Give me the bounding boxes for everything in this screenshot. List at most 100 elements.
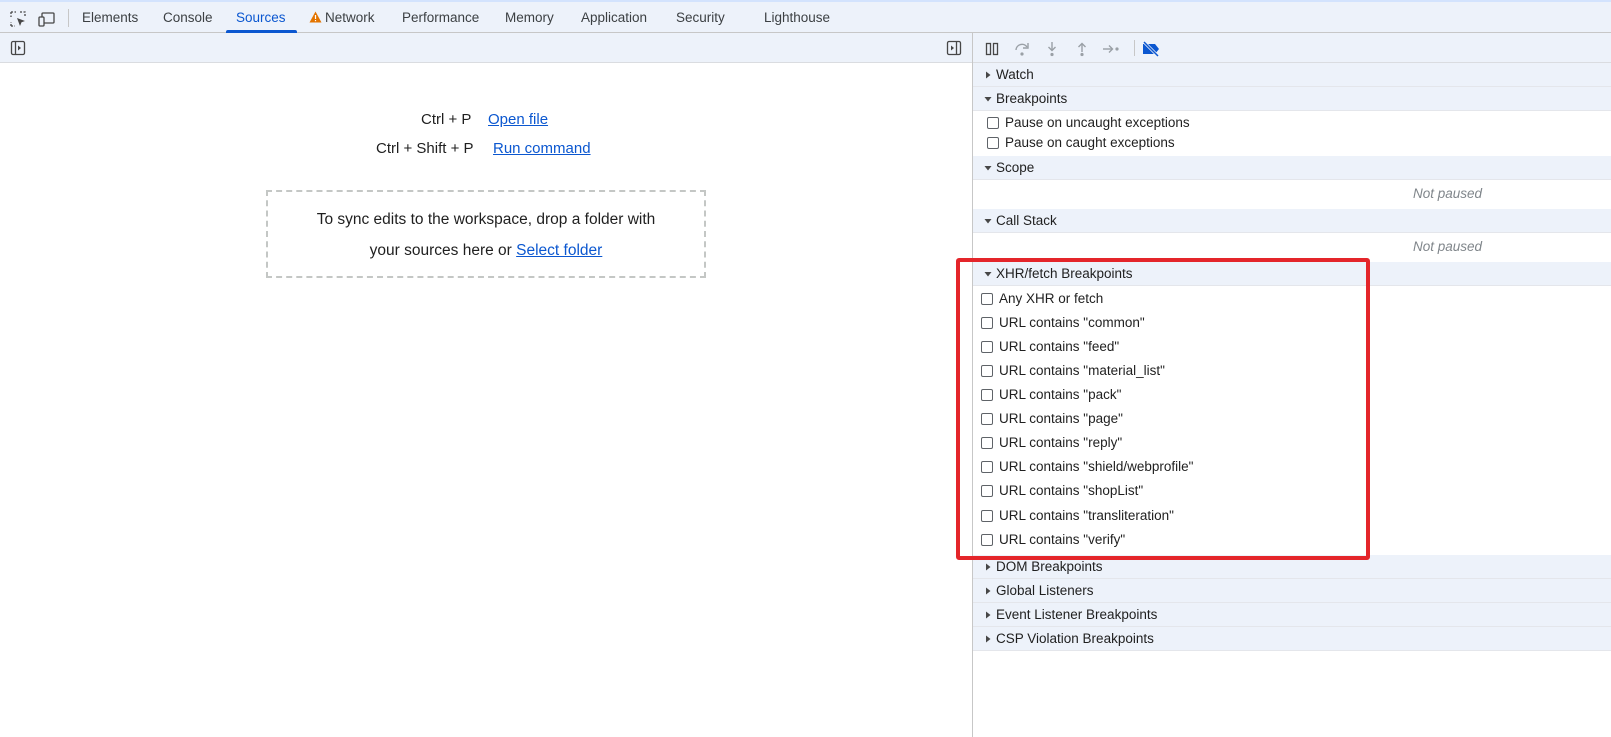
checkbox[interactable]	[981, 317, 993, 329]
breakpoints-section-header[interactable]: Breakpoints	[973, 87, 1611, 111]
triangle-right-icon	[982, 603, 994, 627]
checkbox[interactable]	[987, 117, 999, 129]
section-title: DOM Breakpoints	[996, 559, 1103, 574]
xhr-item-label: URL contains "transliteration"	[999, 508, 1174, 523]
scope-section-header[interactable]: Scope	[973, 156, 1611, 180]
run-command-shortcut: Ctrl + Shift + P	[376, 140, 474, 157]
call-stack-status: Not paused	[1413, 239, 1483, 254]
run-command-link-wrap: Run command	[493, 140, 591, 157]
xhr-item-label: Any XHR or fetch	[999, 291, 1104, 306]
debugger-toolbar	[973, 33, 1611, 63]
xhr-item-label: URL contains "shield/webprofile"	[999, 459, 1194, 474]
checkbox[interactable]	[981, 413, 993, 425]
section-title: Breakpoints	[996, 91, 1068, 106]
xhr-item[interactable]: URL contains "shopList"	[973, 480, 1611, 502]
editor-toolbar	[0, 33, 972, 63]
watch-section-header[interactable]: Watch	[973, 63, 1611, 87]
open-file-link[interactable]: Open file	[488, 111, 548, 128]
pause-resume-icon[interactable]	[981, 38, 1003, 60]
xhr-item-label: URL contains "common"	[999, 315, 1145, 330]
step-out-icon[interactable]	[1071, 38, 1093, 60]
checkbox[interactable]	[981, 293, 993, 305]
step-over-icon[interactable]	[1011, 38, 1033, 60]
shortcut-keys: Ctrl + Shift + P	[376, 140, 474, 157]
device-toolbar-icon[interactable]	[37, 9, 57, 29]
option-label: Pause on caught exceptions	[1005, 135, 1175, 150]
triangle-right-icon	[982, 555, 994, 579]
event-listener-breakpoints-section-header[interactable]: Event Listener Breakpoints	[973, 603, 1611, 627]
triangle-down-icon	[982, 156, 994, 180]
workspace-dropzone[interactable]: To sync edits to the workspace, drop a f…	[266, 190, 706, 278]
scope-status: Not paused	[1413, 186, 1483, 201]
xhr-item[interactable]: URL contains "page"	[973, 408, 1611, 430]
tab-performance[interactable]: Performance	[402, 2, 479, 33]
triangle-down-icon	[982, 87, 994, 111]
xhr-item[interactable]: URL contains "shield/webprofile"	[973, 456, 1611, 478]
inspect-element-icon[interactable]	[8, 9, 28, 29]
section-title: Event Listener Breakpoints	[996, 607, 1158, 622]
checkbox[interactable]	[981, 510, 993, 522]
section-title: XHR/fetch Breakpoints	[996, 266, 1133, 281]
open-file-link-wrap: Open file	[488, 111, 548, 128]
show-debugger-icon[interactable]	[944, 38, 964, 58]
xhr-item[interactable]: URL contains "material_list"	[973, 360, 1611, 382]
checkbox[interactable]	[981, 365, 993, 377]
tab-console[interactable]: Console	[163, 2, 213, 33]
xhr-item-label: URL contains "verify"	[999, 532, 1126, 547]
tab-lighthouse[interactable]: Lighthouse	[764, 2, 830, 33]
checkbox[interactable]	[981, 485, 993, 497]
tab-security[interactable]: Security	[676, 2, 725, 33]
xhr-item-label: URL contains "material_list"	[999, 363, 1165, 378]
section-title: Global Listeners	[996, 583, 1094, 598]
devtools-tab-bar: Elements Console Sources Network Perform…	[0, 0, 1611, 33]
dom-breakpoints-section-header[interactable]: DOM Breakpoints	[973, 555, 1611, 579]
xhr-item[interactable]: URL contains "reply"	[973, 432, 1611, 454]
checkbox[interactable]	[981, 389, 993, 401]
xhr-item[interactable]: URL contains "pack"	[973, 384, 1611, 406]
tab-network-label: Network	[325, 10, 375, 25]
global-listeners-section-header[interactable]: Global Listeners	[973, 579, 1611, 603]
tab-application[interactable]: Application	[581, 2, 647, 33]
select-folder-link[interactable]: Select folder	[516, 242, 602, 259]
dropzone-text: your sources here or	[369, 242, 512, 259]
section-title: CSP Violation Breakpoints	[996, 631, 1154, 646]
xhr-section-header[interactable]: XHR/fetch Breakpoints	[973, 262, 1611, 286]
sources-editor-pane: Ctrl + P Open file Ctrl + Shift + P Run …	[0, 33, 972, 737]
tab-memory[interactable]: Memory	[505, 2, 554, 33]
triangle-right-icon	[982, 579, 994, 603]
checkbox[interactable]	[981, 341, 993, 353]
triangle-down-icon	[982, 262, 994, 286]
call-stack-section-header[interactable]: Call Stack	[973, 209, 1611, 233]
checkbox[interactable]	[981, 461, 993, 473]
checkbox[interactable]	[987, 137, 999, 149]
option-label: Pause on uncaught exceptions	[1005, 115, 1190, 130]
tab-sources[interactable]: Sources	[236, 2, 286, 33]
run-command-link[interactable]: Run command	[493, 140, 591, 157]
checkbox[interactable]	[981, 534, 993, 546]
pause-caught-option[interactable]: Pause on caught exceptions	[973, 132, 1611, 154]
xhr-item[interactable]: URL contains "feed"	[973, 336, 1611, 358]
tab-elements[interactable]: Elements	[82, 2, 138, 33]
csp-violation-breakpoints-section-header[interactable]: CSP Violation Breakpoints	[973, 627, 1611, 651]
xhr-item[interactable]: URL contains "verify"	[973, 529, 1611, 551]
xhr-item[interactable]: URL contains "transliteration"	[973, 505, 1611, 527]
xhr-item[interactable]: URL contains "common"	[973, 312, 1611, 334]
deactivate-breakpoints-icon[interactable]	[1140, 38, 1162, 60]
toolbar-divider	[68, 9, 69, 27]
open-file-shortcut: Ctrl + P	[421, 111, 471, 128]
step-icon[interactable]	[1101, 38, 1123, 60]
xhr-item-label: URL contains "feed"	[999, 339, 1120, 354]
xhr-item[interactable]: Any XHR or fetch	[973, 288, 1611, 310]
toolbar-divider	[1134, 40, 1135, 56]
pause-uncaught-option[interactable]: Pause on uncaught exceptions	[973, 112, 1611, 134]
xhr-item-label: URL contains "shopList"	[999, 483, 1144, 498]
checkbox[interactable]	[981, 437, 993, 449]
tab-network[interactable]: Network	[309, 2, 375, 33]
step-into-icon[interactable]	[1041, 38, 1063, 60]
show-navigator-icon[interactable]	[8, 38, 28, 58]
shortcut-keys: Ctrl + P	[421, 111, 472, 128]
triangle-right-icon	[982, 627, 994, 651]
warning-icon	[309, 3, 322, 34]
section-title: Scope	[996, 160, 1035, 175]
xhr-item-label: URL contains "page"	[999, 411, 1123, 426]
